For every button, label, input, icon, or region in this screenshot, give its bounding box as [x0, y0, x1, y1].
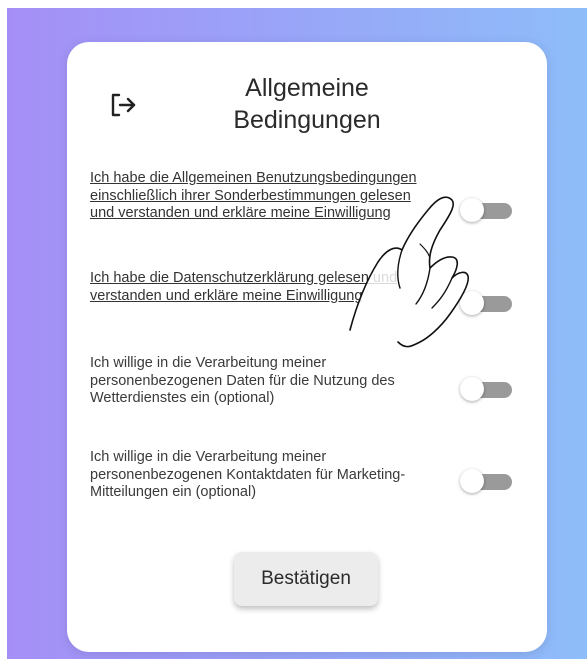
dialog-title-line1: Allgemeine — [245, 74, 369, 102]
consent-terms-link[interactable]: Ich habe die Allgemeinen Benutzungsbedin… — [90, 170, 435, 223]
consent-weather-toggle[interactable] — [460, 377, 516, 401]
dialog-title: Allgemeine Bedingungen — [197, 72, 417, 136]
logout-icon[interactable] — [109, 91, 137, 119]
toggle-thumb — [460, 377, 484, 401]
consent-privacy-link[interactable]: Ich habe die Datenschutzerklärung gelese… — [90, 270, 435, 305]
consent-marketing-text: Ich willige in die Verarbeitung meiner p… — [90, 449, 406, 500]
toggle-thumb — [460, 198, 484, 222]
consent-weather-text: Ich willige in die Verarbeitung meiner p… — [90, 355, 395, 406]
consent-row-marketing: Ich willige in die Verarbeitung meiner p… — [90, 449, 530, 509]
background-gradient: Allgemeine Bedingungen Ich habe die Allg… — [7, 8, 587, 659]
dialog-title-line2: Bedingungen — [233, 106, 381, 134]
consent-marketing-toggle[interactable] — [460, 469, 516, 493]
consent-row-weather: Ich willige in die Verarbeitung meiner p… — [90, 355, 530, 415]
terms-dialog: Allgemeine Bedingungen Ich habe die Allg… — [67, 42, 547, 652]
consent-terms-toggle[interactable] — [460, 198, 516, 222]
confirm-button[interactable]: Bestätigen — [234, 552, 378, 606]
toggle-thumb — [460, 469, 484, 493]
toggle-thumb — [460, 291, 484, 315]
consent-row-privacy: Ich habe die Datenschutzerklärung gelese… — [90, 270, 530, 330]
consent-row-terms: Ich habe die Allgemeinen Benutzungsbedin… — [90, 170, 530, 246]
consent-privacy-toggle[interactable] — [460, 291, 516, 315]
